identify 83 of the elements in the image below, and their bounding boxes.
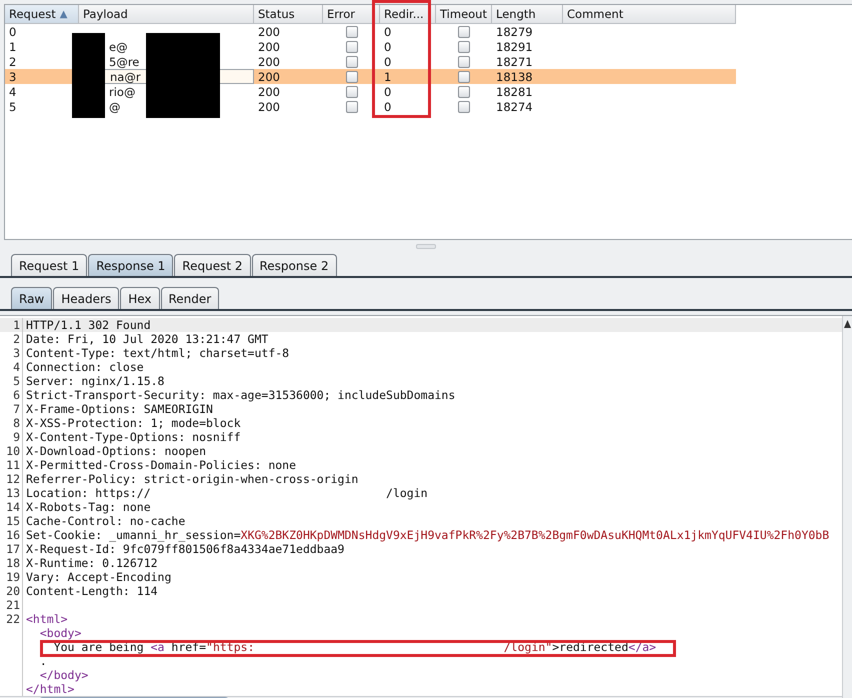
code-line: Content-Length: 114 xyxy=(25,584,158,598)
code-line: HTTP/1.1 302 Found xyxy=(25,318,151,332)
message-tab[interactable]: Request 2 xyxy=(174,254,250,276)
line-number: 16 xyxy=(0,528,23,542)
code-line: Referrer-Policy: strict-origin-when-cross-origin xyxy=(25,472,358,486)
line-number: 22 xyxy=(0,612,23,626)
line-number: 8 xyxy=(0,416,23,430)
code-line: Location: https:// /login xyxy=(25,486,428,500)
line-number: 9 xyxy=(0,430,23,444)
line-number: 13 xyxy=(0,486,23,500)
code-line: <html> xyxy=(25,612,68,626)
column-header[interactable]: Status xyxy=(254,5,323,24)
code-line: X-Robots-Tag: none xyxy=(25,500,151,514)
checkbox[interactable] xyxy=(346,100,358,112)
code-line: X-Download-Options: noopen xyxy=(25,444,206,458)
column-header[interactable]: Redir... xyxy=(380,5,436,24)
code-line: Server: nginx/1.15.8 xyxy=(25,374,164,388)
column-header[interactable]: Length xyxy=(492,5,563,24)
line-number: 18 xyxy=(0,556,23,570)
checkbox[interactable] xyxy=(346,70,358,82)
line-number: 12 xyxy=(0,472,23,486)
column-header[interactable]: Request ▲ xyxy=(5,5,79,24)
code-line: Content-Type: text/html; charset=utf-8 xyxy=(25,346,290,360)
table-cell: 1 xyxy=(380,69,436,84)
checkbox[interactable] xyxy=(458,70,470,82)
sort-indicator: ▲ xyxy=(60,8,68,20)
checkbox[interactable] xyxy=(458,100,470,112)
line-number: 15 xyxy=(0,514,23,528)
message-tab[interactable]: Request 1 xyxy=(11,254,88,276)
checkbox[interactable] xyxy=(346,40,358,52)
table-cell: 18138 xyxy=(492,69,563,84)
column-header[interactable]: Payload xyxy=(79,5,254,24)
code-line: X-Content-Type-Options: nosniff xyxy=(25,430,241,444)
code-line: X-XSS-Protection: 1; mode=block xyxy=(25,416,241,430)
line-number: 11 xyxy=(0,458,23,472)
code-line: Date: Fri, 10 Jul 2020 13:21:47 GMT xyxy=(25,332,268,346)
line-number: 20 xyxy=(0,584,23,598)
up-arrow-icon[interactable] xyxy=(844,320,851,328)
line-number: 21 xyxy=(0,598,23,612)
table-cell: 200 xyxy=(254,69,323,84)
code-line: X-Permitted-Cross-Domain-Policies: none xyxy=(25,458,296,472)
message-tab[interactable]: Response 1 xyxy=(88,254,174,276)
checkbox[interactable] xyxy=(458,56,470,68)
column-header[interactable]: Timeout xyxy=(436,5,492,24)
checkbox[interactable] xyxy=(346,56,358,68)
code-line: </body> xyxy=(38,668,88,682)
line-number: 7 xyxy=(0,402,23,416)
line-number: 10 xyxy=(0,444,23,458)
code-line: Cache-Control: no-cache xyxy=(25,514,186,528)
message-tab[interactable]: Response 2 xyxy=(252,254,337,276)
line-number: 19 xyxy=(0,570,23,584)
code-line: <body> xyxy=(38,626,82,640)
view-tab[interactable]: Render xyxy=(160,287,220,309)
line-number: 14 xyxy=(0,500,23,514)
line-number: 4 xyxy=(0,360,23,374)
checkbox[interactable] xyxy=(346,86,358,98)
view-tab[interactable]: Headers xyxy=(53,287,120,309)
line-number: 5 xyxy=(0,374,23,388)
view-tab[interactable]: Hex xyxy=(120,287,160,309)
view-tab[interactable]: Raw xyxy=(11,287,52,309)
column-header[interactable]: Comment xyxy=(563,5,736,24)
checkbox[interactable] xyxy=(458,86,470,98)
line-number: 3 xyxy=(0,346,23,360)
column-header[interactable]: Error xyxy=(323,5,380,24)
splitter-handle[interactable] xyxy=(416,244,436,248)
line-number: 6 xyxy=(0,388,23,402)
code-line: X-Request-Id: 9fc079ff801506f8a4334ae71eddbaa9 xyxy=(25,542,344,556)
code-line: X-Frame-Options: SAMEORIGIN xyxy=(25,402,213,416)
code-line: . xyxy=(38,654,47,668)
code-line: Connection: close xyxy=(25,360,144,374)
code-line: Vary: Accept-Encoding xyxy=(25,570,172,584)
checkbox[interactable] xyxy=(458,40,470,52)
line-number: 2 xyxy=(0,332,23,346)
code-line: You are being <a href="https: /login">redirected</a> xyxy=(52,640,656,654)
checkbox[interactable] xyxy=(346,26,358,38)
vertical-scrollbar[interactable] xyxy=(842,316,852,698)
code-line: Strict-Transport-Security: max-age=31536000; includeSubDomains xyxy=(25,388,456,402)
checkbox[interactable] xyxy=(458,26,470,38)
line-number: 1 xyxy=(0,318,23,332)
code-line: Set-Cookie: _umanni_hr_session=XKG%2BKZ0HKpDWMDNsHdgV9xEjH9vafPkR%2Fy%2B7B%2BgmF0wDAsuKHQMt0ALx1jkmYqUFV4IU%2Fh0Y0bB xyxy=(25,528,830,542)
line-number: 17 xyxy=(0,542,23,556)
code-line: </html> xyxy=(25,682,74,696)
code-line: X-Runtime: 0.126712 xyxy=(25,556,158,570)
